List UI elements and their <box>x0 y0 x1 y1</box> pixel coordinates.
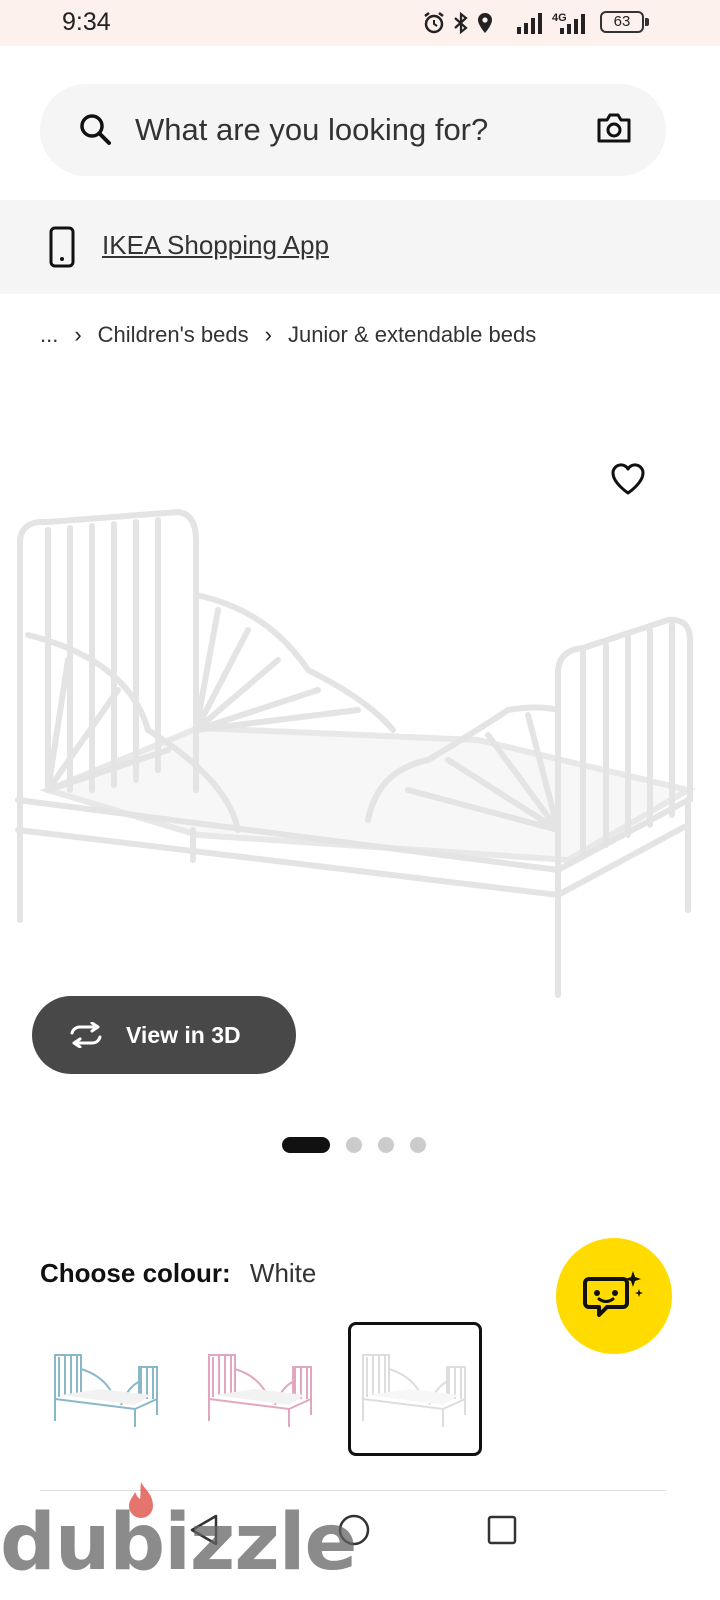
recent-apps-icon[interactable] <box>486 1514 518 1546</box>
camera-icon[interactable] <box>596 111 632 145</box>
breadcrumb-ellipsis[interactable]: ... <box>40 322 58 348</box>
heart-icon[interactable] <box>610 462 646 496</box>
carousel-dot[interactable] <box>410 1137 426 1153</box>
chevron-right-icon: › <box>74 322 82 347</box>
carousel-dot-active[interactable] <box>282 1137 330 1153</box>
product-image[interactable] <box>8 500 698 1000</box>
bluetooth-icon <box>454 11 468 35</box>
carousel-indicator <box>282 1137 426 1153</box>
bed-thumbnail <box>362 1354 466 1427</box>
watermark-flame-icon <box>129 1482 153 1518</box>
colour-swatches <box>40 1322 482 1456</box>
status-bar: 9:34 4G 63 <box>0 0 720 46</box>
view-in-3d-label: View in 3D <box>126 1021 241 1048</box>
breadcrumb: ... › Children's beds › Junior & extenda… <box>40 322 536 348</box>
carousel-dot[interactable] <box>346 1137 362 1153</box>
location-icon <box>478 13 492 33</box>
signal-icon <box>517 13 542 34</box>
svg-text:4G: 4G <box>552 12 567 24</box>
status-icons: 4G <box>422 10 590 36</box>
watermark-logo: dubizzle <box>0 1498 357 1588</box>
battery-tip <box>645 18 649 26</box>
breadcrumb-junior-beds[interactable]: Junior & extendable beds <box>288 322 536 348</box>
swatch-light-blue[interactable] <box>40 1322 174 1456</box>
chat-assistant-button[interactable] <box>556 1238 672 1354</box>
phone-icon <box>49 226 75 268</box>
search-input[interactable]: What are you looking for? <box>135 112 488 148</box>
carousel-dot[interactable] <box>378 1137 394 1153</box>
battery-indicator: 63 <box>600 11 644 33</box>
swatch-white[interactable] <box>348 1322 482 1456</box>
search-bar[interactable]: What are you looking for? <box>40 84 666 176</box>
bed-thumbnail <box>208 1354 312 1427</box>
swatch-pink[interactable] <box>194 1322 328 1456</box>
app-banner[interactable]: IKEA Shopping App <box>0 200 720 294</box>
signal-4g-icon: 4G <box>552 12 585 34</box>
chat-assistant-icon <box>583 1271 643 1317</box>
colour-value: White <box>249 1258 317 1288</box>
rotate-3d-icon <box>70 1022 102 1048</box>
breadcrumb-childrens-beds[interactable]: Children's beds <box>98 322 249 348</box>
colour-label: Choose colour: <box>40 1258 231 1288</box>
colour-chooser: Choose colour: White <box>40 1258 316 1289</box>
alarm-icon <box>424 12 444 34</box>
app-link[interactable]: IKEA Shopping App <box>102 230 329 261</box>
search-icon <box>80 114 111 145</box>
status-time: 9:34 <box>62 8 111 36</box>
chevron-right-icon: › <box>264 322 272 347</box>
bed-thumbnail <box>54 1354 158 1427</box>
view-in-3d-button[interactable]: View in 3D <box>32 996 296 1074</box>
